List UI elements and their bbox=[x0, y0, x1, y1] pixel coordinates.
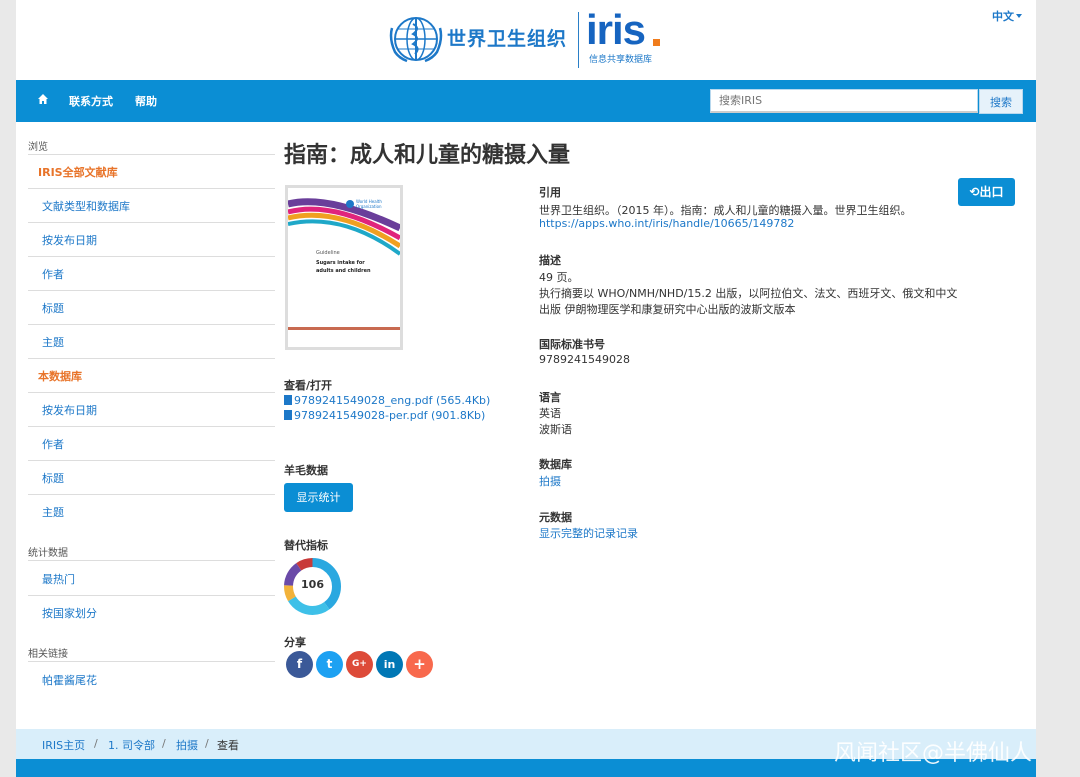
iris-subtitle: 信息共享数据库 bbox=[589, 55, 653, 65]
file-icon bbox=[284, 395, 292, 405]
divider bbox=[28, 256, 275, 257]
view-open-label: 查看/打开 bbox=[284, 379, 333, 392]
database-link[interactable]: 拍摄 bbox=[539, 473, 561, 489]
metadata-label: 元数据 bbox=[539, 511, 572, 524]
breadcrumb-hq[interactable]: 1. 司令部 bbox=[108, 737, 155, 753]
sidebar-browse-heading: 浏览 bbox=[28, 142, 48, 153]
search-button[interactable]: 搜索 bbox=[979, 89, 1023, 114]
file-link-eng[interactable]: 9789241549028_eng.pdf (565.4Kb) bbox=[284, 394, 490, 407]
divider bbox=[28, 222, 275, 223]
sidebar-stats-heading: 统计数据 bbox=[28, 548, 68, 559]
divider bbox=[28, 324, 275, 325]
breadcrumb-separator: / bbox=[94, 737, 98, 750]
description-label: 描述 bbox=[539, 254, 561, 267]
isbn-label: 国际标准书号 bbox=[539, 338, 605, 351]
sidebar-item-most-popular[interactable]: 最热门 bbox=[42, 571, 75, 587]
altmetric-label: 替代指标 bbox=[284, 539, 328, 552]
share-twitter-icon[interactable]: t bbox=[316, 651, 343, 678]
divider bbox=[28, 460, 275, 461]
description-pages: 49 页。 bbox=[539, 271, 579, 284]
nav-contact[interactable]: 联系方式 bbox=[69, 93, 113, 109]
description-line2: 出版 伊朗物理医学和康复研究中心出版的波斯文版本 bbox=[539, 303, 796, 316]
sidebar-item-iris-all[interactable]: IRIS全部文献库 bbox=[38, 164, 118, 180]
who-name[interactable]: 世界卫生组织 bbox=[447, 24, 567, 51]
breadcrumb-home[interactable]: IRIS主页 bbox=[42, 737, 85, 753]
isbn-value: 9789241549028 bbox=[539, 353, 630, 366]
share-facebook-icon[interactable]: f bbox=[286, 651, 313, 678]
file-icon bbox=[284, 410, 292, 420]
sidebar-item-db-authors[interactable]: 作者 bbox=[42, 436, 64, 452]
divider bbox=[28, 494, 275, 495]
cover-title-line1: Sugars intake for bbox=[316, 260, 365, 266]
sidebar-item-related-link[interactable]: 帕霍酱尾花 bbox=[42, 672, 97, 688]
citation-label: 引用 bbox=[539, 186, 561, 199]
sidebar-item-subjects[interactable]: 主题 bbox=[42, 334, 64, 350]
page-title: 指南：成人和儿童的糖摄入量 bbox=[284, 143, 571, 168]
divider bbox=[28, 426, 275, 427]
site-header: 世界卫生组织 iris 信息共享数据库 中文 bbox=[16, 0, 1036, 80]
share-label: 分享 bbox=[284, 636, 306, 649]
file-link-per-text: 9789241549028-per.pdf (901.8Kb) bbox=[294, 409, 486, 422]
citation-text: 世界卫生组织。（2015 年）。指南：成人和儿童的糖摄入量。世界卫生组织。 bbox=[539, 204, 912, 217]
language-value-1: 英语 bbox=[539, 407, 561, 420]
divider bbox=[28, 154, 275, 155]
divider bbox=[28, 188, 275, 189]
divider bbox=[28, 560, 275, 561]
altmetric-score: 106 bbox=[301, 578, 324, 591]
language-label: 中文 bbox=[992, 10, 1014, 23]
full-record-link[interactable]: 显示完整的记录记录 bbox=[539, 525, 638, 541]
share-more-icon[interactable]: + bbox=[406, 651, 433, 678]
show-stats-button[interactable]: 显示统计 bbox=[284, 483, 353, 512]
main-navbar: 联系方式 帮助 搜索 bbox=[16, 80, 1036, 122]
wool-data-label: 羊毛数据 bbox=[284, 464, 328, 477]
sidebar-item-authors[interactable]: 作者 bbox=[42, 266, 64, 282]
export-button[interactable]: ⟲出口 bbox=[958, 178, 1015, 206]
breadcrumb-separator: / bbox=[205, 737, 209, 750]
home-icon[interactable] bbox=[38, 94, 48, 104]
document-thumbnail[interactable]: World Health Organization Guideline Suga… bbox=[285, 185, 403, 350]
cover-logo-text: World Health Organization bbox=[356, 199, 382, 209]
divider bbox=[28, 392, 275, 393]
divider bbox=[28, 290, 275, 291]
iris-logo-text[interactable]: iris bbox=[586, 6, 646, 54]
language-value-2: 波斯语 bbox=[539, 423, 572, 436]
sidebar-item-doc-types[interactable]: 文献类型和数据库 bbox=[42, 198, 130, 214]
sidebar-item-by-country[interactable]: 按国家划分 bbox=[42, 605, 97, 621]
search-input[interactable] bbox=[710, 89, 978, 113]
share-googleplus-icon[interactable]: G+ bbox=[346, 651, 373, 678]
sidebar-item-db-titles[interactable]: 标题 bbox=[42, 470, 64, 486]
citation-link[interactable]: https://apps.who.int/iris/handle/10665/1… bbox=[539, 217, 794, 230]
divider bbox=[28, 595, 275, 596]
watermark-text: 风闻社区@半佛仙人 bbox=[834, 741, 1033, 766]
logo-divider bbox=[578, 12, 579, 68]
file-link-per[interactable]: 9789241549028-per.pdf (901.8Kb) bbox=[284, 409, 485, 422]
caret-down-icon bbox=[1016, 14, 1022, 18]
divider bbox=[28, 358, 275, 359]
file-link-eng-text: 9789241549028_eng.pdf (565.4Kb) bbox=[294, 394, 491, 407]
language-label: 语言 bbox=[539, 391, 561, 404]
sidebar-item-this-db[interactable]: 本数据库 bbox=[38, 368, 82, 384]
sidebar-item-db-by-date[interactable]: 按发布日期 bbox=[42, 402, 97, 418]
sidebar-item-by-date[interactable]: 按发布日期 bbox=[42, 232, 97, 248]
database-label: 数据库 bbox=[539, 458, 572, 471]
export-label: 出口 bbox=[979, 185, 1004, 199]
share-linkedin-icon[interactable]: in bbox=[376, 651, 403, 678]
cover-title-line2: adults and children bbox=[316, 268, 371, 274]
export-icon: ⟲ bbox=[969, 185, 980, 199]
divider bbox=[28, 661, 275, 662]
iris-logo-dot bbox=[653, 39, 660, 46]
page: 世界卫生组织 iris 信息共享数据库 中文 联系方式 帮助 搜索 浏览 IRI… bbox=[16, 0, 1036, 777]
breadcrumb-separator: / bbox=[162, 737, 166, 750]
description-line1: 执行摘要以 WHO/NMH/NHD/15.2 出版，以阿拉伯文、法文、西班牙文、… bbox=[539, 287, 958, 300]
breadcrumb-collection[interactable]: 拍摄 bbox=[176, 737, 198, 753]
sidebar-item-titles[interactable]: 标题 bbox=[42, 300, 64, 316]
who-emblem-icon[interactable] bbox=[389, 14, 443, 64]
nav-help[interactable]: 帮助 bbox=[135, 93, 157, 109]
sidebar-links-heading: 相关链接 bbox=[28, 649, 68, 660]
sidebar-item-db-subjects[interactable]: 主题 bbox=[42, 504, 64, 520]
language-selector[interactable]: 中文 bbox=[992, 8, 1022, 24]
cover-guideline-text: Guideline bbox=[316, 250, 340, 256]
breadcrumb-current: 查看 bbox=[217, 739, 239, 752]
